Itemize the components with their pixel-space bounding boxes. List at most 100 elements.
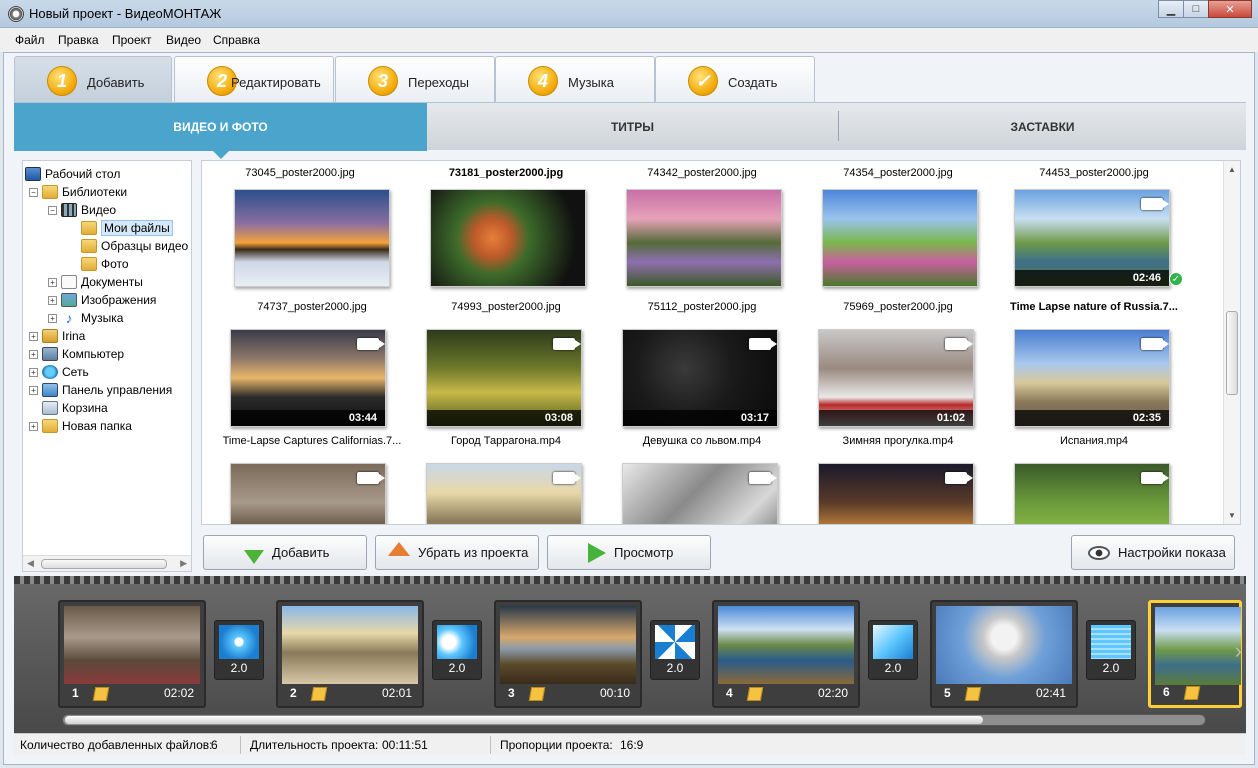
file-label[interactable]: 74342_poster2000.jpg	[604, 167, 800, 179]
minimize-button[interactable]: ▁	[1158, 0, 1184, 18]
close-button[interactable]: ✕	[1208, 0, 1252, 18]
file-label[interactable]: Зимняя прогулка.mp4	[800, 435, 996, 447]
media-thumbnail[interactable]: 01:02	[818, 329, 974, 427]
expand-icon[interactable]: +	[48, 313, 57, 323]
timeline-slide[interactable]: 5 02:41	[930, 600, 1078, 708]
file-label[interactable]: 74354_poster2000.jpg	[800, 167, 996, 179]
file-label[interactable]: Time-Lapse Captures Californias.7...	[214, 435, 410, 447]
menu-help[interactable]: Справка	[213, 33, 260, 47]
transition-tile[interactable]: 2.0	[432, 620, 482, 680]
tree-item-images[interactable]: + Изображения	[48, 291, 156, 309]
scrollbar-thumb[interactable]	[65, 716, 983, 724]
maximize-button[interactable]: □	[1183, 0, 1209, 18]
media-thumbnail[interactable]	[1014, 463, 1170, 524]
expand-icon[interactable]: +	[29, 421, 38, 431]
file-label[interactable]: 73181_poster2000.jpg	[408, 167, 604, 179]
media-thumbnail[interactable]	[818, 463, 974, 524]
file-label[interactable]: 74993_poster2000.jpg	[408, 301, 604, 313]
folder-tree[interactable]: Рабочий стол − Библиотеки − Видео Мои фа…	[22, 160, 192, 572]
timeline-slide[interactable]: 3 00:10	[494, 600, 642, 708]
subtab-video-photo[interactable]: ВИДЕО И ФОТО	[14, 103, 427, 159]
collapse-icon[interactable]: −	[29, 187, 38, 197]
media-thumbnail[interactable]	[426, 463, 582, 524]
preview-button[interactable]: Просмотр	[547, 535, 711, 570]
add-button[interactable]: Добавить	[203, 535, 367, 570]
timeline-slide[interactable]: 2 02:01	[276, 600, 424, 708]
tree-item-control-panel[interactable]: + Панель управления	[29, 381, 172, 399]
media-thumbnail[interactable]: 03:17	[622, 329, 778, 427]
tree-horizontal-scrollbar[interactable]: ◀ ▶	[23, 555, 191, 571]
tab-edit[interactable]: 2 Редактировать	[174, 56, 334, 104]
scroll-up-icon[interactable]: ▲	[1228, 165, 1236, 174]
scrollbar-thumb[interactable]	[1226, 311, 1238, 395]
scrollbar-thumb[interactable]	[41, 559, 167, 569]
tree-item-libraries[interactable]: − Библиотеки	[29, 183, 127, 201]
tab-transitions[interactable]: 3 Переходы	[335, 56, 495, 104]
tree-item-irina[interactable]: + Irina	[29, 327, 85, 345]
file-label[interactable]: 75969_poster2000.jpg	[800, 301, 996, 313]
tree-item-documents[interactable]: + Документы	[48, 273, 143, 291]
file-label[interactable]: 74453_poster2000.jpg	[996, 167, 1192, 179]
file-label[interactable]: Город Таррагона.mp4	[408, 435, 604, 447]
tab-music[interactable]: 4 Музыка	[495, 56, 655, 104]
media-thumbnail[interactable]: 03:44	[230, 329, 386, 427]
grid-vertical-scrollbar[interactable]: ▲ ▼	[1223, 161, 1240, 524]
transition-tile[interactable]: 2.0	[650, 620, 700, 680]
expand-icon[interactable]: +	[48, 277, 57, 287]
tree-item-recycle-bin[interactable]: Корзина	[42, 399, 108, 417]
scroll-right-icon[interactable]: ▶	[180, 558, 187, 569]
menu-file[interactable]: Файл	[15, 33, 45, 47]
menu-project[interactable]: Проект	[112, 33, 152, 47]
file-label[interactable]: Time Lapse nature of Russia.7...	[996, 301, 1192, 313]
media-thumbnail[interactable]	[626, 189, 782, 287]
scroll-left-icon[interactable]: ◀	[27, 558, 34, 569]
tree-item-desktop[interactable]: Рабочий стол	[25, 165, 120, 183]
file-label[interactable]: 74737_poster2000.jpg	[214, 301, 410, 313]
pencil-icon[interactable]	[964, 687, 982, 701]
media-thumbnail[interactable]	[230, 463, 386, 524]
transition-tile[interactable]: 2.0	[868, 620, 918, 680]
file-label[interactable]: Девушка со львом.mp4	[604, 435, 800, 447]
expand-icon[interactable]: +	[29, 349, 38, 359]
subtab-intros[interactable]: ЗАСТАВКИ	[839, 103, 1246, 151]
scroll-down-icon[interactable]: ▼	[1228, 511, 1236, 520]
pencil-icon[interactable]	[1183, 686, 1201, 700]
file-label[interactable]: Испания.mp4	[996, 435, 1192, 447]
tree-item-network[interactable]: + Сеть	[29, 363, 89, 381]
pencil-icon[interactable]	[92, 687, 110, 701]
subtab-titles[interactable]: ТИТРЫ	[427, 103, 838, 151]
expand-icon[interactable]: +	[29, 367, 38, 377]
pencil-icon[interactable]	[310, 687, 328, 701]
expand-icon[interactable]: +	[48, 295, 57, 305]
show-settings-button[interactable]: Настройки показа	[1071, 535, 1235, 570]
menu-edit[interactable]: Правка	[58, 33, 99, 47]
tree-item-video[interactable]: − Видео	[48, 201, 116, 219]
transition-tile[interactable]: 2.0	[1086, 620, 1136, 680]
menu-video[interactable]: Видео	[166, 33, 201, 47]
timeline-next-icon[interactable]: ›	[1235, 638, 1242, 664]
transition-tile[interactable]: 2.0	[214, 620, 264, 680]
media-thumbnail[interactable]	[822, 189, 978, 287]
media-thumbnail[interactable]	[234, 189, 390, 287]
expand-icon[interactable]: +	[29, 385, 38, 395]
tree-item-my-files[interactable]: Мои файлы	[81, 219, 173, 237]
expand-icon[interactable]: +	[29, 331, 38, 341]
timeline-slide[interactable]: 1 02:02	[58, 600, 206, 708]
media-thumbnail[interactable]	[622, 463, 778, 524]
tree-item-new-folder[interactable]: + Новая папка	[29, 417, 132, 435]
timeline-slide[interactable]: 4 02:20	[712, 600, 860, 708]
timeline-slide-selected[interactable]: 6	[1148, 600, 1242, 708]
tree-item-music[interactable]: + ♪ Музыка	[48, 309, 123, 327]
tab-add[interactable]: 1 Добавить	[14, 56, 172, 104]
file-label[interactable]: 73045_poster2000.jpg	[202, 167, 398, 179]
tab-create[interactable]: ✓ Создать	[655, 56, 815, 104]
media-thumbnail[interactable]: 02:46	[1014, 189, 1170, 287]
media-thumbnail[interactable]: 02:35	[1014, 329, 1170, 427]
tree-item-computer[interactable]: + Компьютер	[29, 345, 124, 363]
media-thumbnail[interactable]	[430, 189, 586, 287]
timeline-scrollbar[interactable]	[62, 714, 1206, 726]
pencil-icon[interactable]	[528, 687, 546, 701]
tree-item-photo[interactable]: Фото	[81, 255, 129, 273]
pencil-icon[interactable]	[746, 687, 764, 701]
remove-from-project-button[interactable]: Убрать из проекта	[375, 535, 539, 570]
